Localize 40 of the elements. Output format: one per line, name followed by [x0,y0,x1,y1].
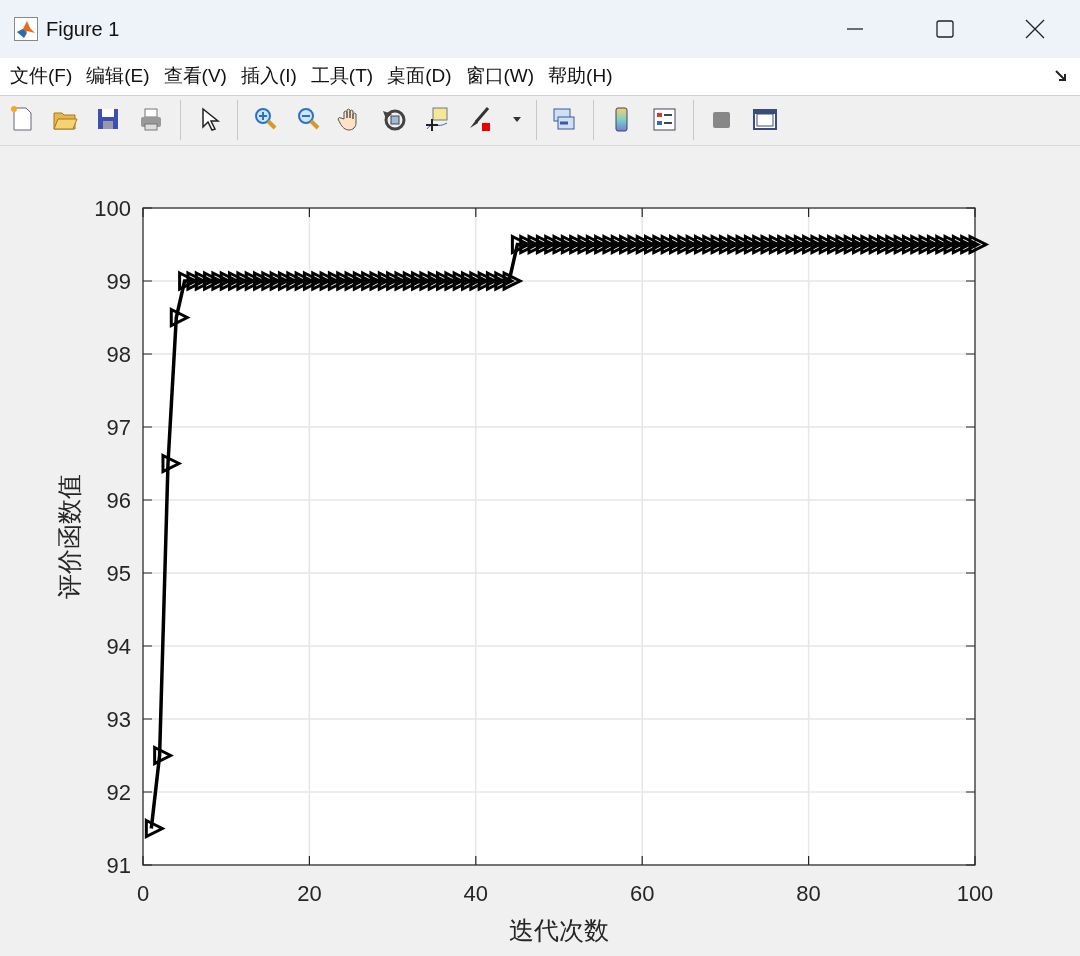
y-tick-label: 99 [106,269,131,294]
y-tick-label: 100 [94,196,131,221]
triangle-marker [968,234,990,255]
triangle-marker [144,818,166,839]
app-logo-icon [14,17,38,41]
menu-item[interactable]: 文件(F) [10,63,73,90]
x-tick-label: 80 [796,881,821,906]
window-title: Figure 1 [46,17,120,41]
menu-item[interactable]: 工具(T) [310,63,374,90]
dock-arrow-icon[interactable] [1054,69,1068,84]
minimize-icon [847,28,863,30]
triangle-marker [494,270,516,292]
menu-item[interactable]: 编辑(E) [86,63,150,90]
menu-item[interactable]: 插入(I) [240,63,297,90]
menu-item[interactable]: 窗口(W) [465,63,535,90]
triangle-marker [153,745,174,766]
triangle-marker [960,234,982,255]
triangle-marker [161,453,183,474]
x-axis-label: 迭代次数 [509,916,609,945]
x-tick-label: 0 [136,881,150,906]
menu-item[interactable]: 帮助(H) [548,63,613,90]
y-tick-label: 97 [106,415,131,440]
y-tick-label: 98 [106,342,131,367]
triangle-marker [169,307,191,328]
y-tick-label: 96 [106,488,131,513]
close-icon [1024,18,1046,40]
y-tick-label: 94 [106,634,131,659]
y-tick-label: 92 [106,780,131,805]
y-tick-label: 91 [106,853,131,878]
y-tick-label: 95 [106,561,131,586]
menu-item[interactable]: 桌面(D) [387,63,452,90]
x-tick-label: 100 [956,881,994,906]
y-tick-label: 93 [106,707,131,732]
y-axis-label: 评价函数值 [55,474,84,599]
menu-item[interactable]: 查看(V) [163,63,227,90]
triangle-marker [502,270,524,292]
x-tick-label: 40 [463,881,489,906]
x-tick-label: 20 [297,881,322,906]
maximize-icon [934,18,956,40]
x-tick-label: 60 [629,881,655,906]
